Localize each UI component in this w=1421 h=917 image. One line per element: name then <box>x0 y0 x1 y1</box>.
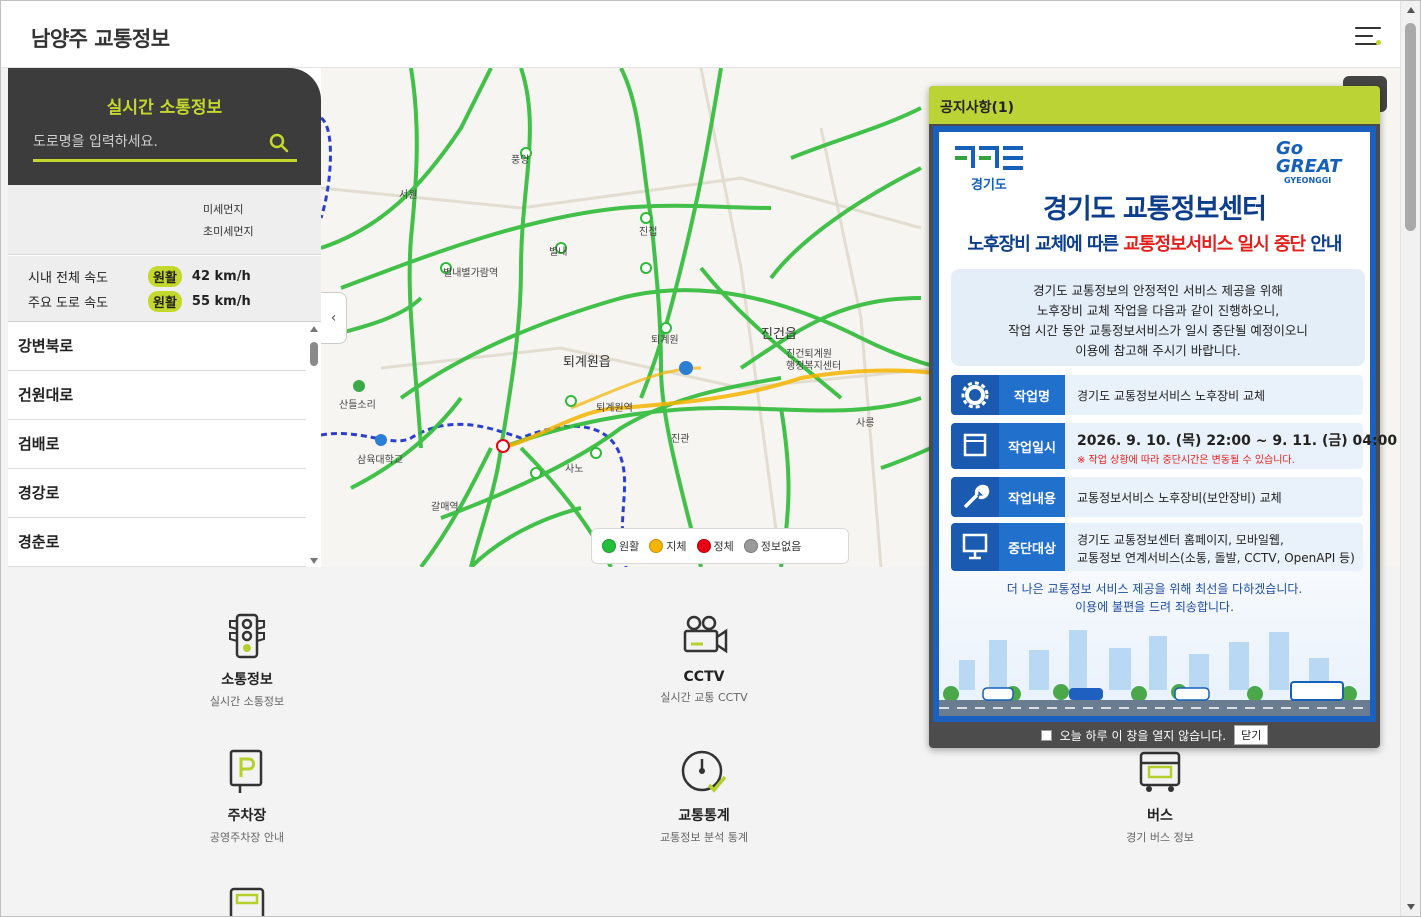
video-camera-icon <box>683 615 728 654</box>
gear-icon <box>961 381 989 409</box>
popup-title: 공지사항(1) <box>940 100 1015 116</box>
map-label-galmae: 갈매역 <box>431 502 459 513</box>
road-list: 강변북로 건원대로 검배로 경강로 경춘로 <box>8 322 321 567</box>
parking-icon <box>229 749 263 793</box>
service-traffic-info[interactable]: 소통정보 실시간 소통정보 <box>147 611 347 709</box>
dont-show-today-label[interactable]: 오늘 하루 이 창을 열지 않습니다. <box>1060 727 1226 744</box>
map-label-byeollae: 별내 <box>549 247 568 258</box>
map-label-admin-center: 진건퇴계원 행정복지센터 <box>786 349 842 372</box>
gauge-icon <box>681 750 727 793</box>
panel-collapse-button[interactable]: ‹ <box>321 292 347 344</box>
speed-row-main: 주요 도로 속도 원활 55 km/h <box>28 290 251 312</box>
road-list-item[interactable]: 검배로 <box>8 420 306 469</box>
panel-title: 실시간 소통정보 <box>106 98 223 118</box>
speed-summary: 시내 전체 속도 원활 42 km/h 주요 도로 속도 원활 55 km/h <box>8 256 321 322</box>
legend-item-noinfo: 정보없음 <box>743 538 801 554</box>
legend-item-delay: 지체 <box>649 538 687 554</box>
notice-heading: 경기도 교통정보센터 <box>1043 194 1267 225</box>
go-great-logo: Go GREAT GYEONGGI <box>1276 138 1342 186</box>
road-list-scrollbar[interactable] <box>308 322 320 567</box>
chevron-left-icon: ‹ <box>330 310 337 326</box>
header: 남양주 교통정보 <box>1 1 1400 68</box>
map-label-jingeon: 진건읍 <box>761 327 797 342</box>
notice-row-work-name: 작업명 경기도 교통정보서비스 노후장비 교체 <box>951 375 1363 415</box>
page-scrollbar[interactable] <box>1400 1 1420 916</box>
scroll-down-icon[interactable] <box>310 558 318 564</box>
notice-intro: 경기도 교통정보의 안정적인 서비스 제공을 위해 노후장비 교체 작업을 다음… <box>951 269 1365 366</box>
page: 남양주 교통정보 진건읍 퇴계원읍 진건퇴계원 행정복지센터 산들소리 삼육대학… <box>0 0 1421 917</box>
road-list-item[interactable]: 경춘로 <box>8 518 306 567</box>
calendar-icon <box>963 433 987 457</box>
scroll-up-icon[interactable] <box>1407 7 1415 13</box>
taxi-icon <box>229 887 265 916</box>
service-cctv[interactable]: CCTV 실시간 교통 CCTV <box>604 611 804 705</box>
popup-footer: 오늘 하루 이 창을 열지 않습니다. 닫기 <box>929 722 1380 748</box>
road-list-item[interactable]: 강변북로 <box>8 322 306 371</box>
site-title[interactable]: 남양주 교통정보 <box>31 23 170 53</box>
map-label-jinjeop: 진접 <box>639 227 658 238</box>
map-label-toegyewon-station: 퇴계원역 <box>596 403 633 414</box>
notice-popup: 공지사항(1) 경기도 Go GREAT GYEONGGI 경기도 교통정보센터… <box>929 86 1397 748</box>
dust-info: 미세먼지 초미세먼지 <box>8 185 321 255</box>
legend-item-smooth: 원활 <box>602 538 639 554</box>
bus-icon <box>1139 751 1181 792</box>
notice-poster: 경기도 Go GREAT GYEONGGI 경기도 교통정보센터 노후장비 교체… <box>933 126 1397 722</box>
map-label-toegyewon-eup: 퇴계원읍 <box>563 355 611 370</box>
notice-footer-message: 더 나은 교통정보 서비스 제공을 위해 최선을 다하겠습니다. 이용에 불편을… <box>1006 582 1303 614</box>
scroll-down-icon[interactable] <box>1407 904 1415 910</box>
status-badge: 원활 <box>148 290 182 312</box>
map-label-seowon: 서원 <box>399 190 418 201</box>
map-label-sandeulsori: 산들소리 <box>339 400 376 411</box>
status-badge: 원활 <box>148 265 182 287</box>
map-label-byeollae-byeolgaram: 별내별가람역 <box>443 268 499 279</box>
city-illustration <box>939 630 1370 716</box>
pm10-label: 미세먼지 <box>203 203 244 216</box>
search-icon[interactable] <box>269 133 289 153</box>
legend-item-jam: 정체 <box>696 538 734 554</box>
service-parking[interactable]: 주차장 공영주차장 안내 <box>147 747 347 845</box>
road-search <box>33 125 297 162</box>
service-traffic-stats[interactable]: 교통통계 교통정보 분석 통계 <box>604 747 804 845</box>
dont-show-today-checkbox[interactable] <box>1040 729 1052 741</box>
popup-title-bar[interactable]: 공지사항(1) <box>929 86 1380 124</box>
service-taxi[interactable] <box>147 883 347 916</box>
legend-dot-icon <box>649 539 664 553</box>
speed-row-city: 시내 전체 속도 원활 42 km/h <box>28 265 251 287</box>
traffic-light-icon <box>229 613 265 659</box>
notice-row-work-detail: 작업내용 교통정보서비스 노후장비(보안장비) 교체 <box>951 477 1363 517</box>
map-label-sahmyook: 삼육대학교 <box>357 455 403 466</box>
pm25-label: 초미세먼지 <box>203 225 254 238</box>
map-label-sano: 사노 <box>565 464 584 475</box>
service-bus[interactable]: 버스 경기 버스 정보 <box>1060 747 1260 845</box>
map-label-pungyang: 풍양 <box>511 155 530 166</box>
road-list-item[interactable]: 경강로 <box>8 469 306 518</box>
monitor-icon <box>962 533 988 560</box>
notice-subheading: 노후장비 교체에 따른 교통정보서비스 일시 중단 안내 <box>967 234 1343 255</box>
panel-header: 실시간 소통정보 <box>8 68 321 185</box>
legend-dot-icon <box>602 539 616 553</box>
scroll-up-icon[interactable] <box>310 326 318 332</box>
wrench-icon <box>963 484 990 509</box>
road-list-item[interactable]: 건원대로 <box>8 371 306 420</box>
legend-dot-icon <box>743 539 758 553</box>
popup-close-button[interactable]: 닫기 <box>1234 725 1269 745</box>
map-label-jingwan: 진관 <box>671 434 690 445</box>
menu-button[interactable] <box>1355 27 1381 49</box>
legend-dot-icon <box>696 539 711 553</box>
map-label-sareung: 사릉 <box>856 418 875 429</box>
realtime-traffic-panel: 실시간 소통정보 미세먼지 초미세먼지 시내 전체 속도 원활 42 km/h … <box>8 68 321 567</box>
map-legend: 원활 지체 정체 정보없음 <box>591 528 849 564</box>
road-search-input[interactable] <box>33 129 263 155</box>
map-label-toegyewon: 퇴계원 <box>651 335 679 346</box>
notice-row-work-time: 작업일시 2026. 9. 10. (목) 22:00 ~ 9. 11. (금)… <box>951 423 1397 469</box>
gyeonggi-logo-icon <box>955 146 1023 170</box>
notice-row-target: 중단대상 경기도 교통정보센터 홈페이지, 모바일웹, 교통정보 연계서비스(소… <box>951 523 1363 571</box>
